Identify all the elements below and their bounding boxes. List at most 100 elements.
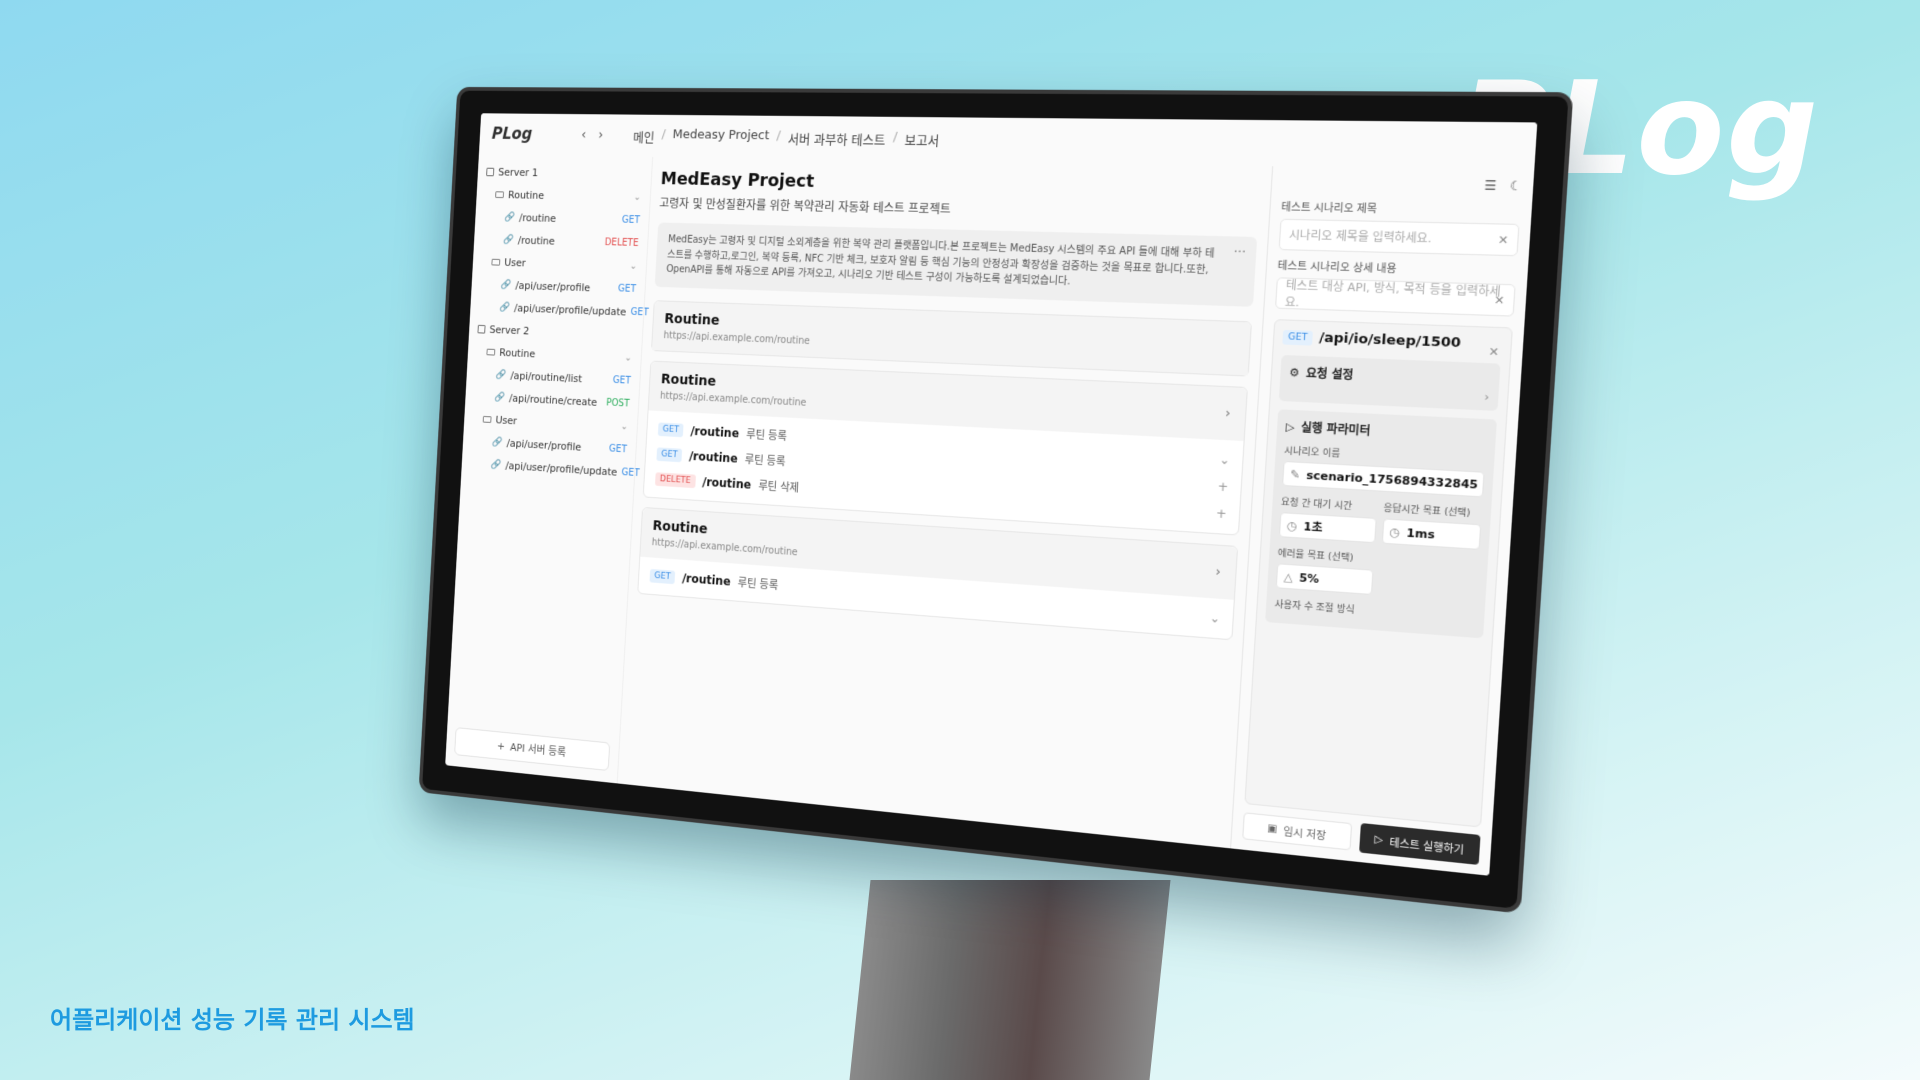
breadcrumb-item[interactable]: Medeasy Project (672, 127, 769, 147)
pencil-icon: ✎ (1289, 467, 1301, 482)
plus-icon: + (496, 739, 506, 753)
plus-icon[interactable]: + (1216, 506, 1227, 521)
chevron-down-icon[interactable]: ⌄ (620, 421, 628, 432)
panel-toolbar: ☰ ☾ (1282, 175, 1523, 196)
api-card-list: Routine https://api.example.com/routine Ro… (637, 299, 1253, 650)
request-path: /api/io/sleep/1500 (1318, 330, 1462, 352)
clock-icon: ◷ (1389, 524, 1401, 539)
breadcrumb-item[interactable]: 보고서 (904, 129, 940, 148)
run-test-label: 테스트 실행하기 (1389, 837, 1465, 857)
breadcrumb-separator: / (776, 128, 782, 143)
more-options-icon[interactable]: ··· (1233, 243, 1246, 263)
run-test-button[interactable]: ▷ 테스트 실행하기 (1358, 822, 1481, 865)
app-logo[interactable]: PLog (491, 125, 569, 145)
method-badge: GET (1282, 329, 1314, 346)
chevron-right-icon[interactable]: › (1225, 405, 1231, 421)
app-body: Server 1 Routine ⌄ 🔗/routine GET 🔗/routine DEL… (445, 154, 1535, 876)
plus-icon[interactable]: + (1217, 479, 1228, 494)
request-card: GET /api/io/sleep/1500 ✕ ⚙ 요청 설정 › ▷ 실행 … (1244, 319, 1513, 828)
endpoint-path: /routine (688, 448, 739, 466)
sidebar-item-label: Server 2 (489, 322, 530, 337)
scenario-panel: ☰ ☾ 테스트 시나리오 제목 시나리오 제목을 입력하세요. ✕ 테스트 시나… (1230, 166, 1535, 876)
sidebar-item-label: /api/user/profile/update (513, 301, 627, 318)
request-settings-label: 요청 설정 (1305, 366, 1354, 383)
add-api-server-button[interactable]: + API 서버 등록 (454, 727, 611, 772)
warning-icon: △ (1283, 569, 1294, 584)
tagline: 어플리케이션 성능 기록 관리 시스템 (50, 1006, 415, 1034)
sidebar-item-label: Server 1 (497, 165, 539, 179)
sidebar-tree-item[interactable]: Server 1 (486, 160, 643, 185)
forward-arrow-icon[interactable]: › (598, 128, 604, 143)
sidebar-item-label: /api/routine/create (508, 391, 598, 409)
folder-icon (482, 415, 492, 423)
temp-save-button[interactable]: ▣ 임시 저장 (1242, 812, 1352, 851)
link-icon: 🔗 (500, 279, 512, 290)
monitor: PLog ‹ › 메인 / Medeasy Project / 서버 과부하 테… (418, 86, 1574, 914)
scenario-detail-label: 테스트 시나리오 상세 내용 (1277, 260, 1397, 276)
run-params-title[interactable]: ▷ 실행 파라미터 (1285, 418, 1487, 445)
sidebar-item-label: User (495, 413, 518, 427)
error-column: 에러율 목표 (선택) △ 5% (1275, 537, 1375, 596)
endpoint-description: 루틴 등록 (744, 452, 786, 468)
request-settings-section[interactable]: ⚙ 요청 설정 › (1278, 354, 1501, 411)
project-description: ··· MedEasy는 고령자 및 디지털 소외계층을 위한 복약 관리 플랫… (654, 222, 1258, 307)
run-params-section: ▷ 실행 파라미터 시나리오 이름 ✎ scenario_17568943328… (1265, 409, 1497, 639)
clear-icon[interactable]: ✕ (1494, 293, 1505, 307)
link-icon: 🔗 (494, 391, 506, 403)
chevron-down-icon[interactable]: ⌄ (629, 261, 637, 272)
server-icon (477, 324, 486, 334)
sidebar-item-label: /routine (518, 211, 557, 225)
endpoint-description: 루틴 등록 (746, 427, 788, 443)
link-icon: 🔗 (502, 234, 514, 245)
breadcrumb-item[interactable]: 메인 (633, 127, 655, 145)
list-icon[interactable]: ☰ (1484, 178, 1497, 195)
method-label: GET (621, 214, 641, 226)
method-label: GET (617, 283, 637, 295)
clock-icon: ◷ (1286, 518, 1298, 533)
add-api-server-label: API 서버 등록 (509, 741, 567, 759)
project-description-text: MedEasy는 고령자 및 디지털 소외계층을 위한 복약 관리 플랫폼입니다… (666, 234, 1215, 288)
gear-icon: ⚙ (1288, 365, 1300, 380)
endpoint-description: 루틴 등록 (737, 575, 779, 592)
method-label: DELETE (604, 236, 639, 249)
folder-icon (486, 348, 496, 356)
request-settings-title: ⚙ 요청 설정 (1289, 364, 1491, 389)
link-icon: 🔗 (491, 436, 503, 448)
error-target-field[interactable]: △ 5% (1275, 563, 1374, 596)
method-badge: DELETE (654, 471, 696, 488)
endpoint-path: /routine (690, 423, 740, 440)
breadcrumb: 메인 / Medeasy Project / 서버 과부하 테스트 / 보고서 (633, 127, 940, 149)
response-column: 응답시간 목표 (선택) ◷ 1ms (1381, 492, 1483, 550)
api-tree: Server 1 Routine ⌄ 🔗/routine GET 🔗/routine DEL… (470, 160, 649, 484)
link-icon: 🔗 (504, 211, 516, 223)
sidebar-item-label: /api/user/profile (515, 278, 591, 294)
wait-label: 요청 간 대기 시간 (1280, 497, 1353, 513)
chevron-right-icon: › (1484, 389, 1490, 405)
breadcrumb-item[interactable]: 서버 과부하 테스트 (787, 128, 885, 148)
breadcrumb-separator: / (892, 129, 898, 145)
chevron-down-icon[interactable]: ⌄ (633, 192, 641, 203)
play-icon: ▷ (1374, 833, 1384, 846)
endpoint-path: /routine (681, 570, 731, 588)
user-control-label: 사용자 수 조절 방식 (1274, 599, 1355, 617)
chevron-down-icon[interactable]: ⌄ (1209, 610, 1220, 625)
back-arrow-icon[interactable]: ‹ (581, 127, 587, 142)
link-icon: 🔗 (490, 459, 502, 470)
chevron-down-icon[interactable]: ⌄ (1219, 452, 1230, 467)
run-params-label: 실행 파라미터 (1300, 420, 1371, 438)
method-badge: GET (657, 421, 684, 437)
clear-icon[interactable]: ✕ (1498, 233, 1509, 247)
close-icon[interactable]: ✕ (1488, 345, 1499, 359)
scenario-title-label: 테스트 시나리오 제목 (1280, 201, 1378, 216)
monitor-wrap: PLog ‹ › 메인 / Medeasy Project / 서버 과부하 테… (360, 70, 1574, 950)
scenario-title-input[interactable]: 시나리오 제목을 입력하세요. ✕ (1278, 218, 1520, 257)
moon-icon[interactable]: ☾ (1509, 178, 1522, 195)
method-label: GET (612, 374, 631, 387)
link-icon: 🔗 (499, 301, 511, 313)
error-target-value: 5% (1298, 570, 1320, 586)
chevron-right-icon[interactable]: › (1215, 564, 1221, 580)
scenario-detail-input[interactable]: 테스트 대상 API, 방식, 목적 등을 입력하세요. ✕ (1274, 277, 1516, 317)
chevron-down-icon[interactable]: ⌄ (624, 352, 632, 363)
method-label: POST (605, 397, 630, 409)
method-badge: GET (656, 446, 683, 462)
